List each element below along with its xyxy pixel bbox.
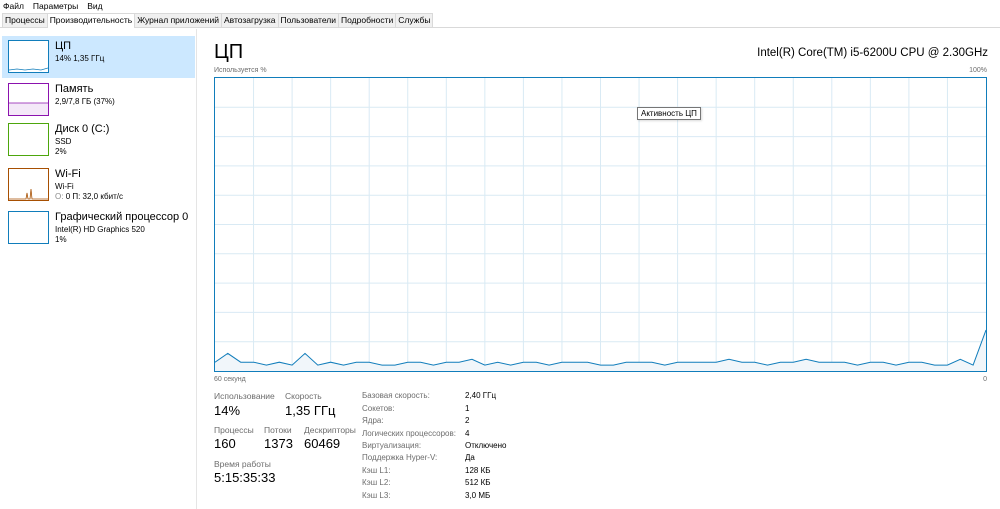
sidebar-item-cpu[interactable]: ЦП 14% 1,35 ГГц [2, 36, 195, 78]
sidebar-item-wifi-throughput: О: 0 П: 32,0 кбит/с [55, 192, 123, 201]
detail-value: 2,40 ГГц [465, 391, 497, 400]
gpu-thumbnail-graph [8, 211, 49, 244]
processes-value: 160 [214, 436, 236, 451]
sidebar-item-memory[interactable]: Память 2,9/7,8 ГБ (37%) [2, 79, 195, 121]
cpu-thumbnail-graph [8, 40, 49, 73]
menu-bar: Файл Параметры Вид [0, 0, 1000, 12]
graph-y-axis-label: Используется % [214, 67, 267, 74]
detail-value: 2 [465, 416, 470, 425]
menu-file[interactable]: Файл [3, 1, 24, 11]
speed-value: 1,35 ГГц [285, 403, 336, 418]
usage-label: Использование [214, 391, 275, 401]
resource-sidebar: ЦП 14% 1,35 ГГц Память 2,9/7,8 ГБ (37%) … [0, 29, 197, 509]
sidebar-item-gpu[interactable]: Графический процессор 0 Intel(R) HD Grap… [2, 207, 195, 249]
uptime-label: Время работы [214, 459, 271, 469]
cpu-model-name: Intel(R) Core(TM) i5-6200U CPU @ 2.30GHz [757, 47, 988, 59]
menu-view[interactable]: Вид [87, 1, 102, 11]
detail-key: Поддержка Hyper-V: [362, 453, 438, 462]
sidebar-item-memory-title: Память [55, 83, 94, 95]
detail-key: Кэш L2: [362, 478, 391, 487]
tab-users[interactable]: Пользователи [277, 13, 340, 27]
sidebar-item-gpu-usage: 1% [55, 235, 67, 244]
sidebar-item-disk-type: SSD [55, 137, 72, 146]
processes-label: Процессы [214, 425, 254, 435]
detail-key: Логических процессоров: [362, 429, 456, 438]
sidebar-item-gpu-model: Intel(R) HD Graphics 520 [55, 225, 145, 234]
speed-label: Скорость [285, 391, 322, 401]
detail-value: Да [465, 453, 475, 462]
detail-key: Ядра: [362, 416, 384, 425]
sidebar-item-memory-usage: 2,9/7,8 ГБ (37%) [55, 97, 115, 106]
sidebar-item-wifi-title: Wi-Fi [55, 168, 81, 180]
sidebar-item-gpu-title: Графический процессор 0 [55, 211, 189, 223]
detail-value: 512 КБ [465, 478, 491, 487]
cpu-usage-graph [214, 77, 987, 372]
sidebar-item-wifi[interactable]: Wi-Fi Wi-Fi О: 0 П: 32,0 кбит/с [2, 164, 195, 206]
detail-key: Базовая скорость: [362, 391, 430, 400]
page-title: ЦП [214, 41, 244, 63]
tab-performance[interactable]: Производительность [46, 13, 136, 28]
cpu-detail-panel: ЦП Intel(R) Core(TM) i5-6200U CPU @ 2.30… [200, 29, 1000, 509]
sidebar-item-cpu-title: ЦП [55, 40, 72, 52]
tab-bar: Процессы Производительность Журнал прило… [0, 13, 1000, 28]
tab-services[interactable]: Службы [395, 13, 434, 27]
detail-key: Сокетов: [362, 404, 395, 413]
uptime-value: 5:15:35:33 [214, 470, 276, 485]
sidebar-item-disk-title: Диск 0 (C:) [55, 123, 110, 135]
detail-key: Кэш L3: [362, 491, 391, 500]
graph-x-min-label: 60 секунд [214, 376, 246, 383]
cpu-activity-tooltip: Активность ЦП [637, 107, 701, 120]
detail-key: Кэш L1: [362, 466, 391, 475]
handles-value: 60469 [304, 436, 341, 451]
tab-processes[interactable]: Процессы [2, 13, 48, 27]
detail-value: Отключено [465, 441, 507, 450]
sidebar-item-disk-usage: 2% [55, 147, 67, 156]
tab-app-history[interactable]: Журнал приложений [134, 13, 222, 27]
detail-key: Виртуализация: [362, 441, 422, 450]
wifi-throughput-value: 0 П: 32,0 кбит/с [65, 192, 123, 201]
threads-value: 1373 [264, 436, 293, 451]
disk-thumbnail-graph [8, 123, 49, 156]
tab-details[interactable]: Подробности [338, 13, 397, 27]
sidebar-item-cpu-usage: 14% 1,35 ГГц [55, 54, 105, 63]
detail-value: 4 [465, 429, 470, 438]
handles-label: Дескрипторы [304, 425, 356, 435]
usage-value: 14% [214, 403, 241, 418]
tab-startup[interactable]: Автозагрузка [220, 13, 279, 27]
detail-value: 3,0 МБ [465, 491, 491, 500]
detail-value: 128 КБ [465, 466, 491, 475]
memory-thumbnail-graph [8, 83, 49, 116]
wifi-send-prefix: О: [55, 192, 64, 201]
wifi-thumbnail-graph [8, 168, 49, 201]
detail-value: 1 [465, 404, 470, 413]
threads-label: Потоки [264, 425, 292, 435]
graph-y-max-label: 100% [969, 67, 987, 74]
sidebar-item-wifi-adapter: Wi-Fi [55, 182, 74, 191]
sidebar-item-disk[interactable]: Диск 0 (C:) SSD 2% [2, 119, 195, 161]
graph-x-max-label: 0 [983, 376, 987, 383]
cpu-usage-chart [214, 78, 987, 371]
menu-options[interactable]: Параметры [33, 1, 78, 11]
